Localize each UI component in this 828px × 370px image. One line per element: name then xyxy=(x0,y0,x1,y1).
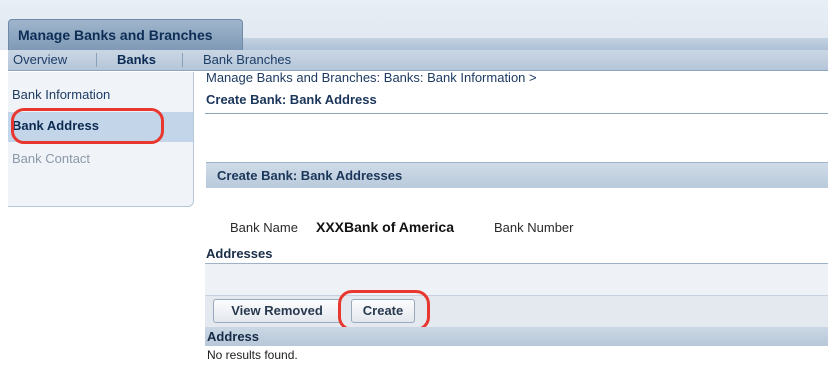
app-title: Manage Banks and Branches xyxy=(18,27,213,43)
section-header: Create Bank: Bank Addresses xyxy=(206,162,828,188)
table-toolbar-band xyxy=(205,264,828,295)
breadcrumb[interactable]: Manage Banks and Branches: Banks: Bank I… xyxy=(206,70,537,85)
bank-name-value: XXXBank of America xyxy=(316,219,454,235)
nav-tab-bank-branches[interactable]: Bank Branches xyxy=(203,52,291,67)
view-removed-button[interactable]: View Removed xyxy=(213,299,341,323)
nav-tab-banks[interactable]: Banks xyxy=(117,52,156,67)
app-title-tab[interactable]: Manage Banks and Branches xyxy=(8,19,243,50)
sidebar-item-bank-contact: Bank Contact xyxy=(12,151,91,166)
annotation-highlight-create xyxy=(338,290,430,331)
nav-bar: Overview Banks Bank Branches xyxy=(8,50,828,71)
addresses-title: Addresses xyxy=(206,246,273,261)
divider xyxy=(205,113,828,114)
nav-separator xyxy=(96,53,97,67)
tab-strip xyxy=(243,38,828,50)
sidebar-item-bank-information[interactable]: Bank Information xyxy=(12,87,110,102)
section-title: Create Bank: Bank Addresses xyxy=(217,168,403,183)
page-title: Create Bank: Bank Address xyxy=(206,92,377,107)
column-header-address[interactable]: Address xyxy=(207,329,259,344)
empty-table-message: No results found. xyxy=(207,348,298,362)
bank-number-label: Bank Number xyxy=(494,220,574,235)
table-toolbar: View Removed Create xyxy=(205,295,828,327)
annotation-highlight-bank-address xyxy=(11,108,164,144)
nav-tab-overview[interactable]: Overview xyxy=(13,52,67,67)
nav-separator xyxy=(182,53,183,67)
table-column-header: Address xyxy=(205,327,828,346)
bank-name-label: Bank Name xyxy=(230,220,298,235)
